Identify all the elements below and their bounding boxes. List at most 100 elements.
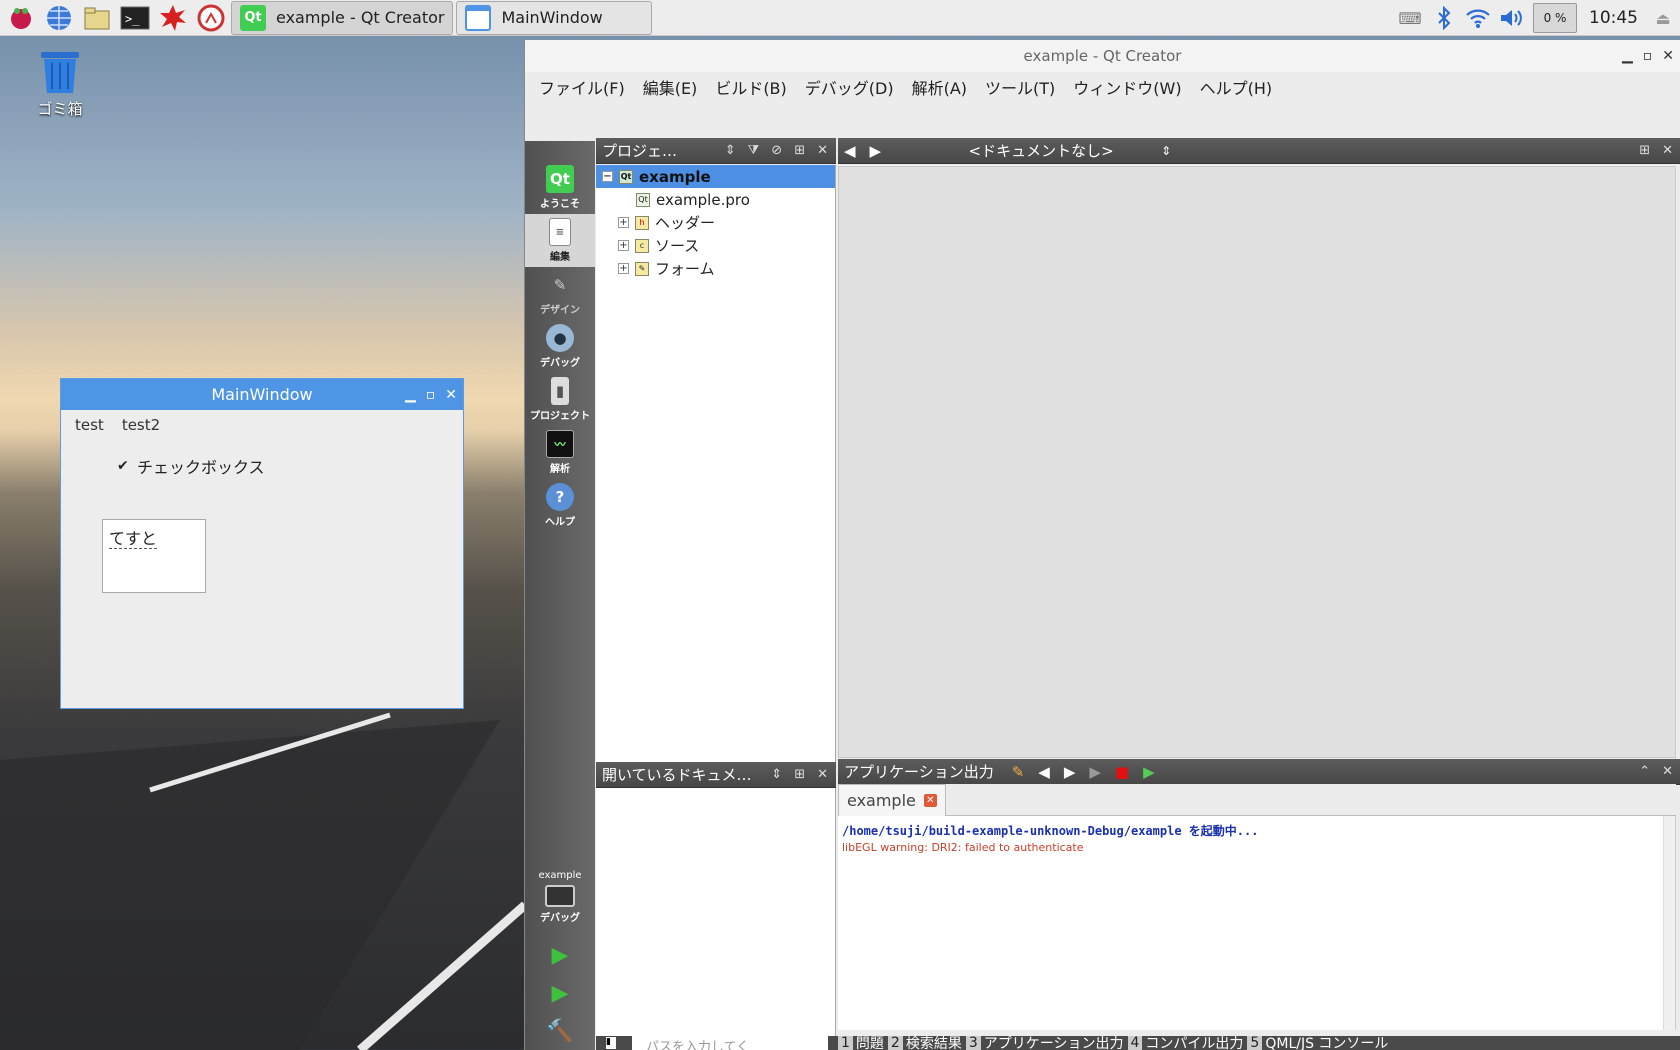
output-scrollbar[interactable]	[1663, 816, 1675, 1030]
monitor-icon	[545, 885, 575, 907]
run-icon[interactable]: ▶	[1089, 763, 1101, 781]
close-icon[interactable]: ✕	[1662, 764, 1673, 779]
back-icon[interactable]: ◀	[844, 142, 856, 160]
output-pane-title: アプリケーション出力	[844, 763, 994, 781]
tree-item-project[interactable]: − Qt example	[596, 165, 835, 188]
menu-tools[interactable]: ツール(T)	[985, 75, 1055, 99]
menu-help[interactable]: ヘルプ(H)	[1200, 75, 1273, 99]
mode-design[interactable]: ✎ デザイン	[525, 267, 595, 320]
terminal-icon[interactable]: >_	[118, 1, 152, 35]
back-icon[interactable]: ◀	[1038, 763, 1050, 781]
forward-icon[interactable]: ▶	[1064, 763, 1076, 781]
tree-item-headers[interactable]: + h ヘッダー	[596, 211, 835, 234]
document-icon: ≡	[549, 218, 571, 246]
menu-window[interactable]: ウィンドウ(W)	[1073, 75, 1181, 99]
maximize-pane-icon[interactable]: ⌃	[1639, 764, 1650, 779]
attach-debugger-icon[interactable]: ▶	[1143, 763, 1155, 781]
web-browser-icon[interactable]	[42, 1, 76, 35]
mode-edit[interactable]: ≡ 編集	[525, 214, 595, 267]
close-tab-icon[interactable]: ✕	[923, 794, 937, 807]
volume-icon[interactable]	[1495, 3, 1529, 33]
split-icon[interactable]: ⊞	[794, 143, 805, 158]
close-icon[interactable]: ✕	[817, 767, 828, 782]
file-manager-icon[interactable]	[80, 1, 114, 35]
menu-test[interactable]: test	[75, 416, 104, 434]
bluetooth-icon[interactable]	[1427, 3, 1461, 33]
split-icon[interactable]: ⊞	[794, 767, 805, 782]
minimize-icon[interactable]: ▁	[1622, 48, 1633, 64]
tree-item-forms[interactable]: + ✎ フォーム	[596, 257, 835, 280]
updown-icon[interactable]: ⇕	[1161, 144, 1171, 158]
editor-area[interactable]	[838, 166, 1676, 758]
kit-selector[interactable]: example デバッグ	[525, 858, 595, 936]
math-kernel-icon[interactable]	[156, 1, 190, 35]
minimize-icon[interactable]: ▁	[405, 387, 416, 403]
mode-welcome[interactable]: Qt ようこそ	[525, 161, 595, 214]
open-docs-list[interactable]	[596, 788, 836, 1050]
menu-build[interactable]: ビルド(B)	[715, 75, 786, 99]
task-mainwindow[interactable]: MainWindow	[456, 0, 653, 35]
expand-icon[interactable]: +	[618, 240, 629, 251]
output-tab-example[interactable]: example ✕	[838, 784, 946, 816]
menu-edit[interactable]: 編集(E)	[643, 75, 698, 99]
checkbox-checked-icon[interactable]: ✔	[117, 459, 131, 473]
cpu-monitor[interactable]: 0 %	[1533, 3, 1577, 33]
trash-desktop-item[interactable]: ゴミ箱	[30, 50, 90, 119]
text-edit[interactable]: てすと	[102, 519, 206, 593]
task-qt-creator[interactable]: Qt example - Qt Creator	[231, 0, 454, 35]
close-icon[interactable]: ✕	[1662, 143, 1673, 158]
split-icon[interactable]: ⊞	[1639, 143, 1650, 158]
qt-titlebar[interactable]: example - Qt Creator ▁ ▫ ✕	[525, 40, 1680, 72]
expand-icon[interactable]: +	[618, 217, 629, 228]
mode-debug[interactable]: ● デバッグ	[525, 320, 595, 373]
mainwindow-titlebar[interactable]: MainWindow ▁ ▫ ✕	[61, 379, 463, 410]
mode-analyze[interactable]: 〰解析	[525, 426, 595, 479]
run-button[interactable]: ▶	[525, 936, 595, 974]
menu-test2[interactable]: test2	[122, 416, 160, 434]
toggle-sidebar-icon[interactable]: ▮	[606, 1037, 616, 1049]
eject-icon[interactable]: ⏏	[1646, 3, 1680, 33]
maximize-icon[interactable]: ▫	[426, 387, 436, 403]
menu-debug[interactable]: デバッグ(D)	[805, 75, 894, 99]
updown-icon[interactable]: ⇕	[725, 143, 736, 158]
updown-icon[interactable]: ⇕	[771, 767, 782, 782]
clean-icon[interactable]: ✎	[1012, 763, 1025, 781]
raspberry-menu-icon[interactable]	[4, 1, 38, 35]
close-icon[interactable]: ✕	[817, 143, 828, 158]
tree-item-sources[interactable]: + c ソース	[596, 234, 835, 257]
document-selector[interactable]: <ドキュメントなし>	[921, 140, 1161, 161]
project-tree: − Qt example Qt example.pro + h ヘッダー + c…	[596, 165, 836, 763]
open-docs-title[interactable]: 開いているドキュメ…	[602, 764, 752, 785]
wolfram-icon[interactable]	[194, 1, 228, 35]
locator-input[interactable]: パスを入力してく	[632, 1036, 828, 1050]
debug-run-button[interactable]: ▶	[525, 974, 595, 1012]
expand-icon[interactable]: +	[618, 263, 629, 274]
pane-compile-output[interactable]: 4 コンパイル出力	[1127, 1036, 1243, 1050]
link-icon[interactable]: ⊘	[771, 143, 782, 158]
pane-app-output[interactable]: 3 アプリケーション出力	[965, 1036, 1124, 1050]
stop-icon[interactable]: ■	[1115, 763, 1129, 781]
build-button[interactable]: 🔨	[525, 1012, 595, 1050]
checkbox-row[interactable]: ✔ チェックボックス	[117, 454, 265, 478]
mode-help[interactable]: ? ヘルプ	[525, 479, 595, 532]
application-output[interactable]: /home/tsuji/build-example-unknown-Debug/…	[838, 816, 1676, 1030]
menu-analyze[interactable]: 解析(A)	[912, 75, 967, 99]
svg-text:>_: >_	[125, 12, 140, 26]
clock[interactable]: 10:45	[1589, 8, 1638, 28]
menu-file[interactable]: ファイル(F)	[539, 75, 625, 99]
close-icon[interactable]: ✕	[445, 387, 457, 403]
wifi-icon[interactable]	[1461, 3, 1495, 33]
forward-icon[interactable]: ▶	[870, 142, 882, 160]
pane-qml-console[interactable]: 5 QML/JS コンソール	[1247, 1036, 1388, 1050]
keyboard-icon[interactable]: ⌨	[1393, 3, 1427, 33]
mode-projects[interactable]: ▮ プロジェクト	[525, 373, 595, 426]
filter-icon[interactable]: ⧩	[748, 143, 760, 158]
pane-search-results[interactable]: 2 検索結果	[887, 1036, 962, 1050]
maximize-icon[interactable]: ▫	[1643, 48, 1653, 64]
tree-item-pro-file[interactable]: Qt example.pro	[596, 188, 835, 211]
mode-sidebar: Qt ようこそ ≡ 編集 ✎ デザイン ● デバッグ ▮ プロジェクト 〰解析 ? ヘルプ …	[525, 141, 595, 1050]
project-pane-title[interactable]: プロジェ…	[602, 140, 677, 161]
pane-issues[interactable]: 1 問題	[838, 1036, 884, 1050]
close-icon[interactable]: ✕	[1662, 48, 1674, 64]
collapse-icon[interactable]: −	[602, 171, 613, 182]
